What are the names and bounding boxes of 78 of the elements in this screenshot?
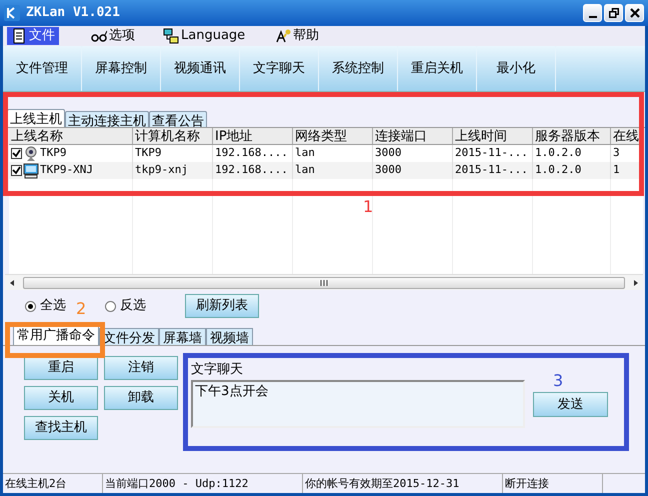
tab[interactable]: 屏幕墙 xyxy=(159,328,206,345)
radio-label[interactable]: 反选 xyxy=(120,296,146,316)
column-header[interactable]: 计算机名称 xyxy=(133,128,213,144)
table-cell-text: TKP9-XNJ xyxy=(40,162,93,178)
toolbar-button[interactable]: 最小化 xyxy=(477,46,556,91)
command-button[interactable]: 卸载 xyxy=(104,386,178,410)
command-button[interactable]: 关机 xyxy=(24,386,98,410)
column-header[interactable]: 上线时间 xyxy=(453,128,533,144)
message-field[interactable]: 下午3点开会 xyxy=(191,380,525,428)
column-header[interactable]: 网络类型 xyxy=(293,128,373,144)
column-header[interactable]: 在线 xyxy=(611,128,643,144)
toolbar-button[interactable]: 视频通讯 xyxy=(161,46,240,91)
table-cell-text: 1.0.2.0 xyxy=(535,145,582,162)
radio-button[interactable] xyxy=(25,300,36,312)
chat-title: 文字聊天 xyxy=(191,361,244,379)
command-button[interactable]: 查找主机 xyxy=(24,416,98,440)
table-cell-text: 192.168.... xyxy=(215,162,288,178)
column-header[interactable]: 连接端口 xyxy=(373,128,453,144)
tab[interactable]: 查看公告 xyxy=(149,111,207,127)
app-logo-icon xyxy=(4,5,20,21)
refresh-list-button[interactable]: 刷新列表 xyxy=(185,294,259,318)
webcam-icon xyxy=(23,146,39,162)
table-cell-text: lan xyxy=(295,162,315,178)
table-cell-text: 1 xyxy=(613,162,620,178)
menu-item[interactable]: 选项 xyxy=(87,27,139,45)
minimize-button[interactable] xyxy=(583,4,602,22)
checkbox[interactable] xyxy=(11,148,22,159)
tab[interactable]: 视频墙 xyxy=(206,328,253,345)
letters-icon xyxy=(275,28,291,44)
toolbar-button[interactable]: 系统控制 xyxy=(319,46,398,91)
send-button[interactable]: 发送 xyxy=(533,392,608,417)
grip-icon xyxy=(320,280,328,286)
column-header[interactable]: 上线名称 xyxy=(9,128,133,144)
radio-label[interactable]: 全选 xyxy=(40,296,66,316)
restore-button[interactable] xyxy=(604,4,623,22)
status-text: 断开连接 xyxy=(503,474,603,493)
table-cell-text: TKP9 xyxy=(135,145,162,162)
command-button[interactable]: 重启 xyxy=(24,356,98,380)
tab[interactable]: 上线主机 xyxy=(7,109,65,127)
close-button[interactable] xyxy=(625,4,644,22)
table-cell-text: 1.0.2.0 xyxy=(535,162,582,178)
table-cell-text: 3000 xyxy=(375,162,402,178)
menu-item[interactable]: Language xyxy=(159,27,250,45)
column-header[interactable]: IP地址 xyxy=(213,128,293,144)
table-cell-text: lan xyxy=(295,145,315,162)
tab[interactable]: 主动连接主机 xyxy=(65,111,149,127)
window-title: ZKLan V1.021 xyxy=(26,4,121,22)
checkbox[interactable] xyxy=(11,165,22,176)
table-cell-text: 3 xyxy=(613,145,620,162)
column-header[interactable]: 服务器版本 xyxy=(533,128,611,144)
table-cell-text: 2015-11-... xyxy=(455,162,528,178)
annotation-number: 1 xyxy=(363,198,374,216)
annotation-number: 2 xyxy=(76,300,86,318)
restore-icon xyxy=(608,8,618,18)
toolbar-button[interactable]: 屏幕控制 xyxy=(82,46,161,91)
menu-item[interactable]: 文件 xyxy=(7,27,59,45)
horizontal-scrollbar[interactable] xyxy=(5,274,643,290)
table-cell-text: 192.168.... xyxy=(215,145,288,162)
computer-icon xyxy=(23,162,39,178)
close-icon xyxy=(630,8,640,18)
status-text: 在线主机2台 xyxy=(3,474,103,493)
minimize-icon xyxy=(588,16,596,18)
status-text: 你的帐号有效期至2015-12-31 xyxy=(303,474,503,493)
document-icon xyxy=(11,28,27,44)
table-cell-text: tkp9-xnj xyxy=(135,162,188,178)
toolbar-button[interactable]: 文字聊天 xyxy=(240,46,319,91)
table-cell-text: 3000 xyxy=(375,145,402,162)
tab[interactable]: 常用广播命令 xyxy=(13,325,99,345)
table-cell-text: TKP9 xyxy=(40,145,66,162)
radio-button[interactable] xyxy=(105,300,116,312)
status-text: 当前端口2000 - Udp:1122 xyxy=(103,474,303,493)
toolbar-button[interactable]: 重启关机 xyxy=(398,46,477,91)
table-cell-text: 2015-11-... xyxy=(455,145,528,162)
toolbar-button[interactable]: 文件管理 xyxy=(3,46,82,91)
glasses-icon xyxy=(91,28,107,44)
menu-item[interactable]: 帮助 xyxy=(271,27,323,45)
command-button[interactable]: 注销 xyxy=(104,356,178,380)
annotation-number: 3 xyxy=(553,372,564,390)
